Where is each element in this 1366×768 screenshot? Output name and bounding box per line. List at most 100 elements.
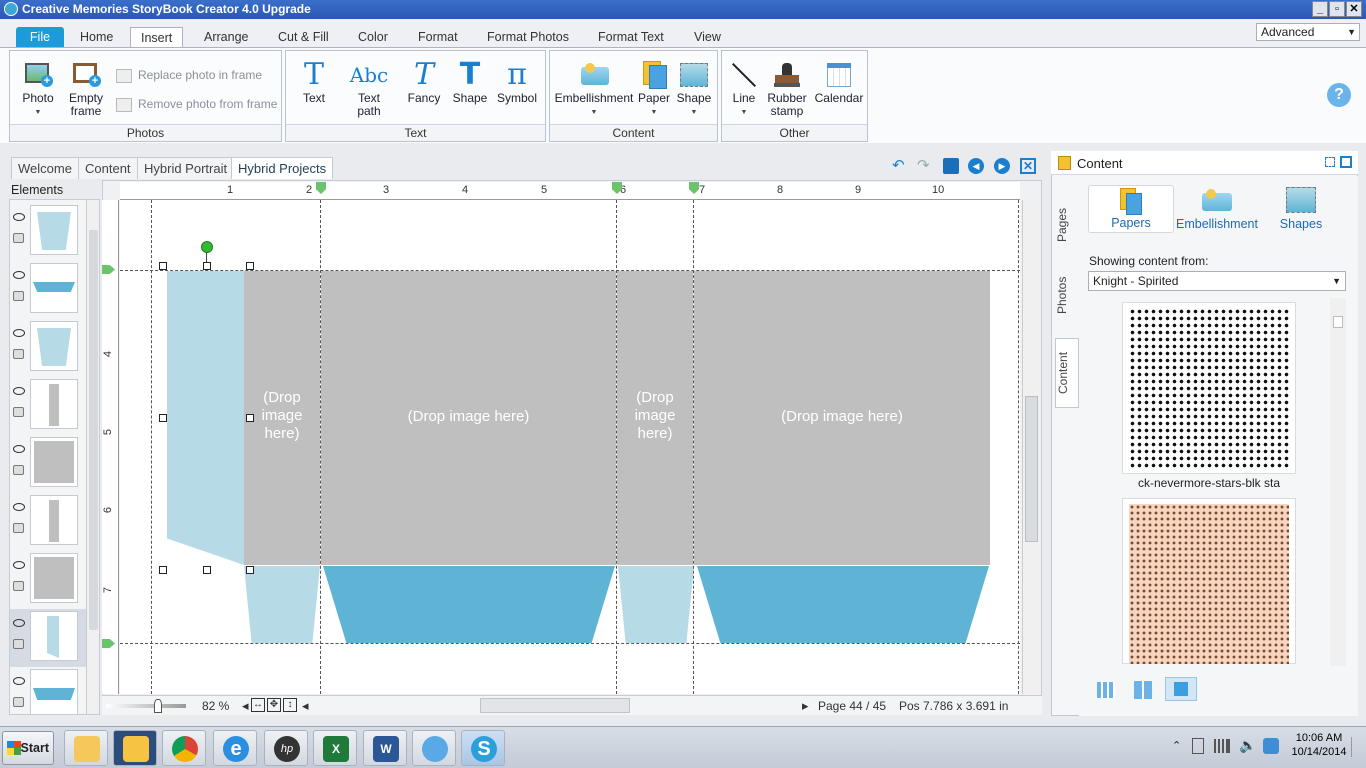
ruler-guide-marker[interactable] [689, 182, 699, 194]
eye-icon[interactable] [13, 445, 25, 453]
scroll-thumb[interactable] [1333, 316, 1343, 328]
network-icon[interactable] [1214, 739, 1230, 753]
maximize-button[interactable]: ▫ [1329, 1, 1345, 17]
pocket-shape[interactable] [323, 566, 615, 643]
taskbar-excel[interactable]: X [313, 730, 357, 766]
lock-icon[interactable] [13, 407, 24, 417]
element-row[interactable] [10, 377, 88, 435]
doc-tab-welcome[interactable]: Welcome [11, 157, 79, 179]
lock-icon[interactable] [13, 291, 24, 301]
tab-home[interactable]: Home [70, 27, 123, 48]
calendar-button[interactable]: Calendar [812, 61, 866, 105]
taskbar-chrome[interactable] [162, 730, 206, 766]
tab-embellishment[interactable]: Embellishment [1175, 187, 1259, 231]
mode-select[interactable]: Advanced ▼ [1256, 23, 1360, 41]
eye-icon[interactable] [13, 619, 25, 627]
ruler-guide-marker[interactable] [102, 265, 115, 274]
paper-item[interactable] [1122, 498, 1296, 664]
shape-text-button[interactable]: T Shape [450, 60, 490, 105]
tab-format-text[interactable]: Format Text [588, 27, 674, 48]
symbol-button[interactable]: π Symbol [494, 60, 540, 105]
doc-tab-content[interactable]: Content [78, 157, 138, 179]
element-row[interactable] [10, 319, 88, 377]
taskbar-ie[interactable]: e [213, 730, 257, 766]
previous-page-icon[interactable]: ◀ [968, 158, 984, 174]
resize-handle[interactable] [159, 566, 167, 574]
left-flap-shape[interactable] [167, 271, 244, 565]
eye-icon[interactable] [13, 213, 25, 221]
resize-handle[interactable] [159, 262, 167, 270]
ruler-guide-marker[interactable] [316, 182, 326, 194]
scroll-thumb[interactable] [89, 230, 98, 630]
lock-icon[interactable] [13, 697, 24, 707]
remove-photo-button[interactable]: Remove photo from frame [116, 97, 277, 112]
taskbar-word[interactable]: W [363, 730, 407, 766]
tray-clipboard-icon[interactable] [1192, 738, 1204, 754]
photo-frame-1[interactable]: (Drop image here) [244, 271, 320, 565]
pocket-shape[interactable] [697, 566, 989, 643]
taskbar-explorer[interactable] [64, 730, 108, 766]
fit-height-icon[interactable]: ↕ [283, 698, 297, 712]
empty-frame-button[interactable]: + Empty frame [64, 61, 108, 118]
redo-icon[interactable]: ↷ [917, 158, 933, 174]
lock-icon[interactable] [13, 349, 24, 359]
taskbar-storybook[interactable]: S [461, 730, 505, 766]
shape-button[interactable]: Shape ▼ [674, 61, 714, 119]
resize-handle[interactable] [159, 414, 167, 422]
scroll-right-icon[interactable]: ▸ [802, 698, 809, 714]
vtab-photos[interactable]: Photos [1055, 264, 1079, 326]
zoom-slider[interactable] [106, 704, 186, 708]
rotate-handle[interactable] [201, 241, 213, 253]
embellishment-button[interactable]: Embellishment ▼ [554, 61, 634, 119]
tab-file[interactable]: File [16, 27, 64, 48]
ruler-guide-marker[interactable] [102, 639, 115, 648]
fit-width-icon[interactable]: ↔ [251, 698, 265, 712]
resize-handle[interactable] [246, 566, 254, 574]
maximize-panel-icon[interactable] [1340, 156, 1352, 168]
eye-icon[interactable] [13, 329, 25, 337]
show-hidden-icons[interactable]: ⌃ [1172, 739, 1181, 752]
doc-tab-hybrid-portrait[interactable]: Hybrid Portrait [137, 157, 235, 179]
help-icon[interactable]: ? [1327, 83, 1351, 107]
element-row-selected[interactable] [10, 609, 88, 667]
pocket-shape[interactable] [244, 566, 320, 643]
rubber-stamp-button[interactable]: Rubber stamp [764, 61, 810, 118]
fit-page-icon[interactable]: ✥ [267, 698, 281, 712]
replace-photo-button[interactable]: Replace photo in frame [116, 68, 262, 83]
vtab-content[interactable]: Content [1055, 338, 1079, 408]
tray-app-icon[interactable] [1263, 738, 1279, 754]
line-button[interactable]: Line ▼ [726, 61, 762, 119]
taskbar-app[interactable] [412, 730, 456, 766]
tab-arrange[interactable]: Arrange [194, 27, 258, 48]
eye-icon[interactable] [13, 677, 25, 685]
tab-papers[interactable]: Papers [1088, 185, 1174, 233]
doc-tab-hybrid-projects[interactable]: Hybrid Projects [231, 157, 334, 179]
minimize-button[interactable]: _ [1312, 1, 1328, 17]
small-grid-view-icon[interactable] [1097, 682, 1115, 698]
taskbar-hp[interactable]: hp [264, 730, 308, 766]
resize-handle[interactable] [246, 414, 254, 422]
tab-view[interactable]: View [684, 27, 731, 48]
large-view-icon[interactable] [1165, 677, 1197, 701]
taskbar-outlook[interactable] [113, 730, 157, 766]
eye-icon[interactable] [13, 561, 25, 569]
pocket-shape[interactable] [618, 566, 694, 643]
tab-color[interactable]: Color [348, 27, 398, 48]
tab-shapes[interactable]: Shapes [1275, 187, 1327, 231]
medium-grid-view-icon[interactable] [1134, 681, 1152, 699]
photo-frame-3[interactable]: (Drop image here) [617, 271, 693, 565]
resize-handle[interactable] [246, 262, 254, 270]
scroll-thumb[interactable] [1025, 396, 1038, 542]
fancy-text-button[interactable]: T Fancy [402, 60, 446, 105]
tab-insert[interactable]: Insert [130, 27, 184, 48]
clock[interactable]: 10:06 AM 10/14/2014 [1284, 731, 1354, 759]
text-button[interactable]: T Text [294, 60, 334, 105]
horizontal-scroll-thumb[interactable] [480, 698, 630, 713]
lock-icon[interactable] [13, 581, 24, 591]
close-button[interactable]: ✕ [1346, 1, 1362, 17]
resize-handle[interactable] [203, 566, 211, 574]
paper-button[interactable]: Paper ▼ [634, 61, 674, 119]
volume-icon[interactable]: 🔈 [1239, 737, 1256, 754]
element-row[interactable] [10, 261, 88, 319]
eye-icon[interactable] [13, 503, 25, 511]
